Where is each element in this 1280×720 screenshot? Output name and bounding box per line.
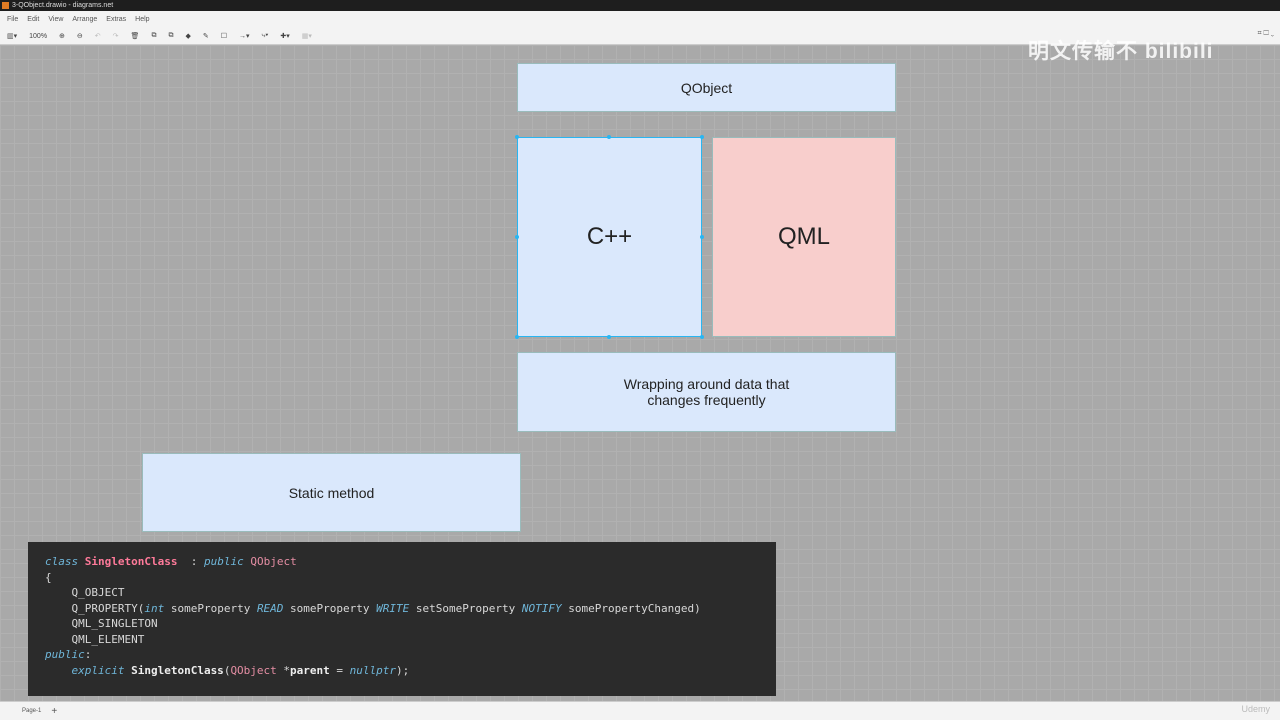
code-token: QML_SINGLETON (45, 617, 158, 630)
code-token: int (144, 601, 165, 615)
insert-icon[interactable]: ✚▾ (280, 32, 289, 40)
waypoints-icon[interactable]: ⤷▾ (262, 32, 269, 40)
code-token: somePropertyChanged) (561, 601, 701, 615)
code-line: Q_OBJECT (45, 585, 776, 601)
selection-handle[interactable] (515, 135, 519, 139)
code-token: someProperty (283, 601, 377, 615)
code-token: setSomeProperty (409, 601, 522, 615)
app-logo-icon (2, 2, 9, 9)
to-front-icon[interactable]: ⧉ (151, 32, 156, 40)
qobject-box[interactable]: QObject (517, 63, 896, 112)
title-bar: 3-QObject.drawio - diagrams.net (0, 0, 1280, 11)
zoom-select[interactable]: 100% (29, 33, 47, 40)
code-token: NOTIFY (521, 601, 562, 615)
selection-handle[interactable] (700, 335, 704, 339)
menu-arrange[interactable]: Arrange (72, 16, 97, 23)
selection-handle[interactable] (607, 335, 611, 339)
code-token: = (329, 663, 350, 677)
delete-icon[interactable]: 🗑 (131, 32, 140, 40)
code-token: READ (256, 601, 284, 615)
table-icon[interactable]: ▦▾ (302, 32, 312, 40)
selection-handle[interactable] (515, 335, 519, 339)
code-token: SingletonClass (84, 555, 178, 568)
selection-handle[interactable] (515, 235, 519, 239)
code-token: parent (290, 663, 330, 677)
code-token: Q_OBJECT (45, 586, 125, 599)
selection-handle[interactable] (607, 135, 611, 139)
code-line: public: (45, 647, 776, 663)
shadow-icon[interactable]: ☐ (221, 32, 227, 40)
menu-extras[interactable]: Extras (106, 16, 126, 23)
code-token: QObject (230, 663, 277, 677)
code-line: class SingletonClass : public QObject (45, 554, 776, 570)
undo-icon[interactable]: ↶ (95, 32, 101, 40)
page-tab[interactable]: Page-1 (22, 708, 41, 714)
code-token: nullptr (349, 663, 397, 677)
redo-icon[interactable]: ↷ (113, 32, 119, 40)
code-token: { (45, 570, 52, 584)
code-token: explicit (45, 663, 132, 677)
code-token: QObject (250, 555, 297, 568)
line-color-icon[interactable]: ✎ (203, 32, 209, 40)
zoom-out-icon[interactable]: ⊖ (77, 32, 83, 40)
code-line: explicit SingletonClass(QObject *parent … (45, 663, 776, 679)
wrapping-box[interactable]: Wrapping around data that changes freque… (517, 352, 896, 432)
watermark: 明文传输不 bilibili (1028, 40, 1214, 63)
menu-view[interactable]: View (48, 16, 63, 23)
code-token: public (45, 648, 85, 661)
code-token: : (84, 648, 92, 661)
selection-handle[interactable] (700, 235, 704, 239)
menu-bar: File Edit View Arrange Extras Help (0, 11, 1280, 28)
code-token: * (276, 663, 291, 677)
cpp-box[interactable]: C++ (517, 137, 702, 337)
fill-color-icon[interactable]: ◆ (185, 32, 190, 40)
code-token: QML_ELEMENT (45, 632, 145, 646)
code-line: QML_ELEMENT (45, 632, 776, 648)
code-token: ); (396, 663, 410, 677)
menu-edit[interactable]: Edit (27, 16, 39, 23)
add-page-button[interactable]: + (51, 706, 57, 717)
code-token: : (177, 555, 204, 568)
qml-box[interactable]: QML (712, 137, 896, 337)
to-back-icon[interactable]: ⧉ (168, 32, 173, 40)
udemy-logo: Udemy (1241, 704, 1270, 714)
code-snippet: class SingletonClass : public QObject{ Q… (28, 542, 776, 696)
code-token: SingletonClass (131, 663, 224, 677)
connection-icon[interactable]: →▾ (239, 32, 250, 40)
window-title: 3-QObject.drawio - diagrams.net (12, 2, 114, 9)
static-method-box[interactable]: Static method (142, 453, 521, 532)
code-token: class (45, 555, 85, 568)
code-token: WRITE (376, 601, 410, 615)
page-bar: Page-1 + (0, 701, 1280, 720)
menu-help[interactable]: Help (135, 16, 149, 23)
code-token: someProperty (164, 601, 257, 615)
code-line: { (45, 570, 776, 586)
code-token: Q_PROPERTY( (45, 601, 145, 615)
selection-handle[interactable] (700, 135, 704, 139)
code-line: Q_PROPERTY(int someProperty READ somePro… (45, 601, 776, 617)
zoom-in-icon[interactable]: ⊕ (59, 32, 65, 40)
window-controls-icon[interactable]: ⌗ ☐ ⌄ (1258, 30, 1274, 38)
format-panel-icon[interactable]: ▥▾ (7, 32, 17, 40)
menu-file[interactable]: File (7, 16, 18, 23)
code-line: QML_SINGLETON (45, 616, 776, 632)
code-token: public (203, 555, 251, 568)
